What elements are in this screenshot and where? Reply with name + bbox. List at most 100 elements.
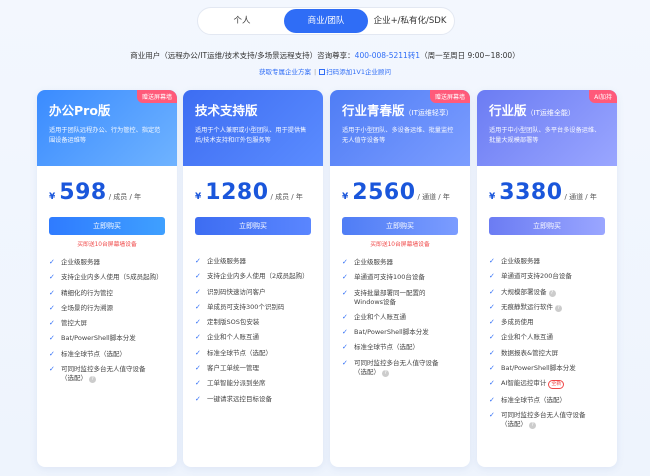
new-tag: 全新 — [548, 380, 565, 390]
buy-button[interactable]: 立即购买 — [489, 217, 605, 235]
check-icon: ✓ — [49, 334, 55, 343]
feature-item: ✓ 数据报表&管控大屏 — [489, 348, 559, 357]
consult-info: 商业用户（远程办公/IT运维/技术支持/多场景远程支持）咨询尊享：400-008… — [0, 50, 650, 61]
check-icon: ✓ — [49, 303, 55, 312]
promo-text — [477, 239, 617, 247]
feature-item: ✓ 大规模部署设备? — [489, 288, 617, 297]
plan-card-industry-youth: 赠送屏幕墙 行业青春版（IT运维轻享） 适用于小型团队、多设备运维、批量监控无人… — [330, 90, 470, 467]
buy-button[interactable]: 立即购买 — [342, 217, 458, 235]
check-icon: ✓ — [342, 343, 348, 352]
feature-item: ✓ 企业级服务器 — [342, 258, 393, 266]
plan-card-office-pro: 赠送屏幕墙 办公Pro版 适用于团队远程办公、行为管控、指定范围设备运维等 ¥5… — [37, 90, 177, 467]
check-icon: ✓ — [195, 272, 201, 281]
tab-business-team[interactable]: 商业/团队 — [284, 9, 368, 33]
check-icon: ✓ — [489, 318, 495, 327]
feature-item: ✓ Bat/PowerShell脚本分发 — [489, 364, 576, 373]
check-icon: ✓ — [195, 364, 201, 373]
help-icon[interactable]: ? — [89, 376, 96, 384]
feature-list: ✓ 企业级服务器 ✓ 单通道可支持200台设备 ✓ 大规模部署设备? ✓ 无痕静默运行软… — [489, 257, 617, 429]
check-icon: ✓ — [489, 333, 495, 342]
feature-item: ✓ 可同时监控多台无人值守设备（选配）? — [489, 410, 586, 429]
feature-item: ✓ 可同时监控多台无人值守设备（选配）? — [49, 365, 146, 384]
feature-item: ✓ 管控大屏 — [49, 319, 87, 328]
feature-item: ✓ 多成员使用 — [489, 318, 534, 327]
consult-prefix: 商业用户（远程办公/IT运维/技术支持/多场景远程支持）咨询尊享： — [130, 51, 355, 60]
card-title: 行业版（IT运维全能） — [489, 103, 575, 118]
check-icon: ✓ — [195, 394, 201, 403]
check-icon: ✓ — [49, 288, 55, 297]
plan-card-industry: AI加持 行业版（IT运维全能） 适用于中小型团队、多平台多设备运维、批量大规模… — [477, 90, 617, 467]
card-header: 赠送屏幕墙 办公Pro版 适用于团队远程办公、行为管控、指定范围设备运维等 — [37, 90, 177, 166]
consult-phone[interactable]: 400-008-5211转1 — [355, 51, 420, 60]
card-description: 适用于个人兼职或小型团队、用于提供售后/技术支持和IT外包服务等 — [195, 127, 307, 144]
feature-list: ✓ 企业级服务器 ✓ 支持企业内多人使用（5成员起购） ✓ 精细化的行为管控 ✓ 全场景… — [49, 258, 177, 384]
check-icon: ✓ — [342, 273, 348, 282]
check-icon: ✓ — [489, 410, 495, 419]
enterprise-plan-link[interactable]: 获取专属企业方案 — [259, 68, 311, 76]
buy-button[interactable]: 立即购买 — [195, 217, 311, 235]
card-description: 适用于团队远程办公、行为管控、指定范围设备运维等 — [49, 127, 161, 144]
feature-item: ✓ 定制版SOS包安装 — [195, 318, 260, 327]
qr-code-icon — [319, 69, 326, 75]
check-icon: ✓ — [49, 349, 55, 358]
check-icon: ✓ — [49, 273, 55, 282]
check-icon: ✓ — [342, 312, 348, 321]
check-icon: ✓ — [49, 365, 55, 374]
help-icon[interactable]: ? — [555, 304, 562, 312]
check-icon: ✓ — [195, 379, 201, 388]
tab-enterprise-sdk[interactable]: 企业+/私有化/SDK — [368, 9, 452, 33]
card-title: 技术支持版 — [195, 103, 258, 118]
check-icon: ✓ — [195, 333, 201, 342]
feature-list: ✓ 企业级服务器 ✓ 支持企业内多人使用（2成员起购） ✓ 识别码快速访问客户 ✓ 单成… — [195, 257, 323, 404]
tab-personal[interactable]: 个人 — [200, 9, 284, 33]
feature-item: ✓ 标准全球节点（选配） — [489, 395, 566, 404]
check-icon: ✓ — [49, 258, 55, 266]
check-icon: ✓ — [195, 257, 201, 265]
card-description: 适用于小型团队、多设备运维、批量监控无人值守设备等 — [342, 127, 454, 144]
feature-item: ✓ 一键请求远控目标设备 — [195, 394, 272, 403]
buy-button[interactable]: 立即购买 — [49, 217, 165, 235]
promo-text: 买即送10台屏幕墙设备 — [370, 242, 430, 248]
check-icon: ✓ — [195, 302, 201, 311]
qr-advisor-link[interactable]: 扫码添加1V1企业顾问 — [326, 68, 391, 76]
check-icon: ✓ — [489, 364, 495, 373]
check-icon: ✓ — [489, 272, 495, 281]
card-price: ¥1280/ 成员 / 年 — [195, 180, 303, 205]
card-header: AI加持 行业版（IT运维全能） 适用于中小型团队、多平台多设备运维、批量大规模… — [477, 90, 617, 166]
check-icon: ✓ — [195, 348, 201, 357]
feature-item: ✓ 标准全球节点（选配） — [195, 348, 272, 357]
feature-item: ✓ 无痕静默运行软件? — [489, 303, 617, 312]
card-badge: 赠送屏幕墙 — [429, 90, 470, 103]
check-icon: ✓ — [342, 358, 348, 367]
feature-item: ✓ 支持批量部署同一配置的Windows设备 — [342, 288, 426, 306]
check-icon: ✓ — [49, 319, 55, 328]
plan-card-tech-support: 技术支持版 适用于个人兼职或小型团队、用于提供售后/技术支持和IT外包服务等 ¥… — [183, 90, 323, 467]
help-icon[interactable]: ? — [529, 421, 536, 429]
card-badge: AI加持 — [589, 90, 617, 103]
feature-list: ✓ 企业级服务器 ✓ 单通道可支持100台设备 ✓ 支持批量部署同一配置的Window… — [342, 258, 470, 377]
feature-item: ✓ 支持企业内多人使用（5成员起购） — [49, 273, 163, 282]
feature-item: ✓ 识别码快速访问客户 — [195, 287, 266, 296]
check-icon: ✓ — [342, 288, 348, 297]
feature-item: ✓ 工单智能分派到坐席 — [195, 379, 266, 388]
check-icon: ✓ — [489, 302, 495, 311]
feature-item: ✓ 单通道可支持200台设备 — [489, 272, 572, 281]
check-icon: ✓ — [489, 257, 495, 265]
feature-item: ✓ 单成员可支持300个识别码 — [195, 302, 285, 311]
feature-item: ✓ Bat/PowerShell脚本分发 — [49, 334, 136, 343]
feature-item: ✓ 企业级服务器 — [195, 257, 246, 265]
card-badge: 赠送屏幕墙 — [136, 90, 177, 103]
feature-item: ✓ 企业和个人账互通 — [489, 333, 553, 342]
feature-item: ✓ 企业级服务器 — [489, 257, 540, 265]
feature-item: ✓ Bat/PowerShell脚本分发 — [342, 328, 429, 337]
consult-links: 获取专属企业方案 | 扫码添加1V1企业顾问 — [0, 66, 650, 76]
card-description: 适用于中小型团队、多平台多设备运维、批量大规模部署等 — [489, 127, 601, 144]
feature-item: ✓ 全场景的行为溯源 — [49, 303, 113, 312]
help-icon[interactable]: ? — [382, 369, 389, 377]
help-icon[interactable]: ? — [548, 289, 556, 297]
check-icon: ✓ — [489, 348, 495, 357]
check-icon: ✓ — [195, 318, 201, 327]
check-icon: ✓ — [342, 328, 348, 337]
feature-item: ✓ 支持企业内多人使用（2成员起购） — [195, 272, 309, 281]
check-icon: ✓ — [342, 258, 348, 266]
